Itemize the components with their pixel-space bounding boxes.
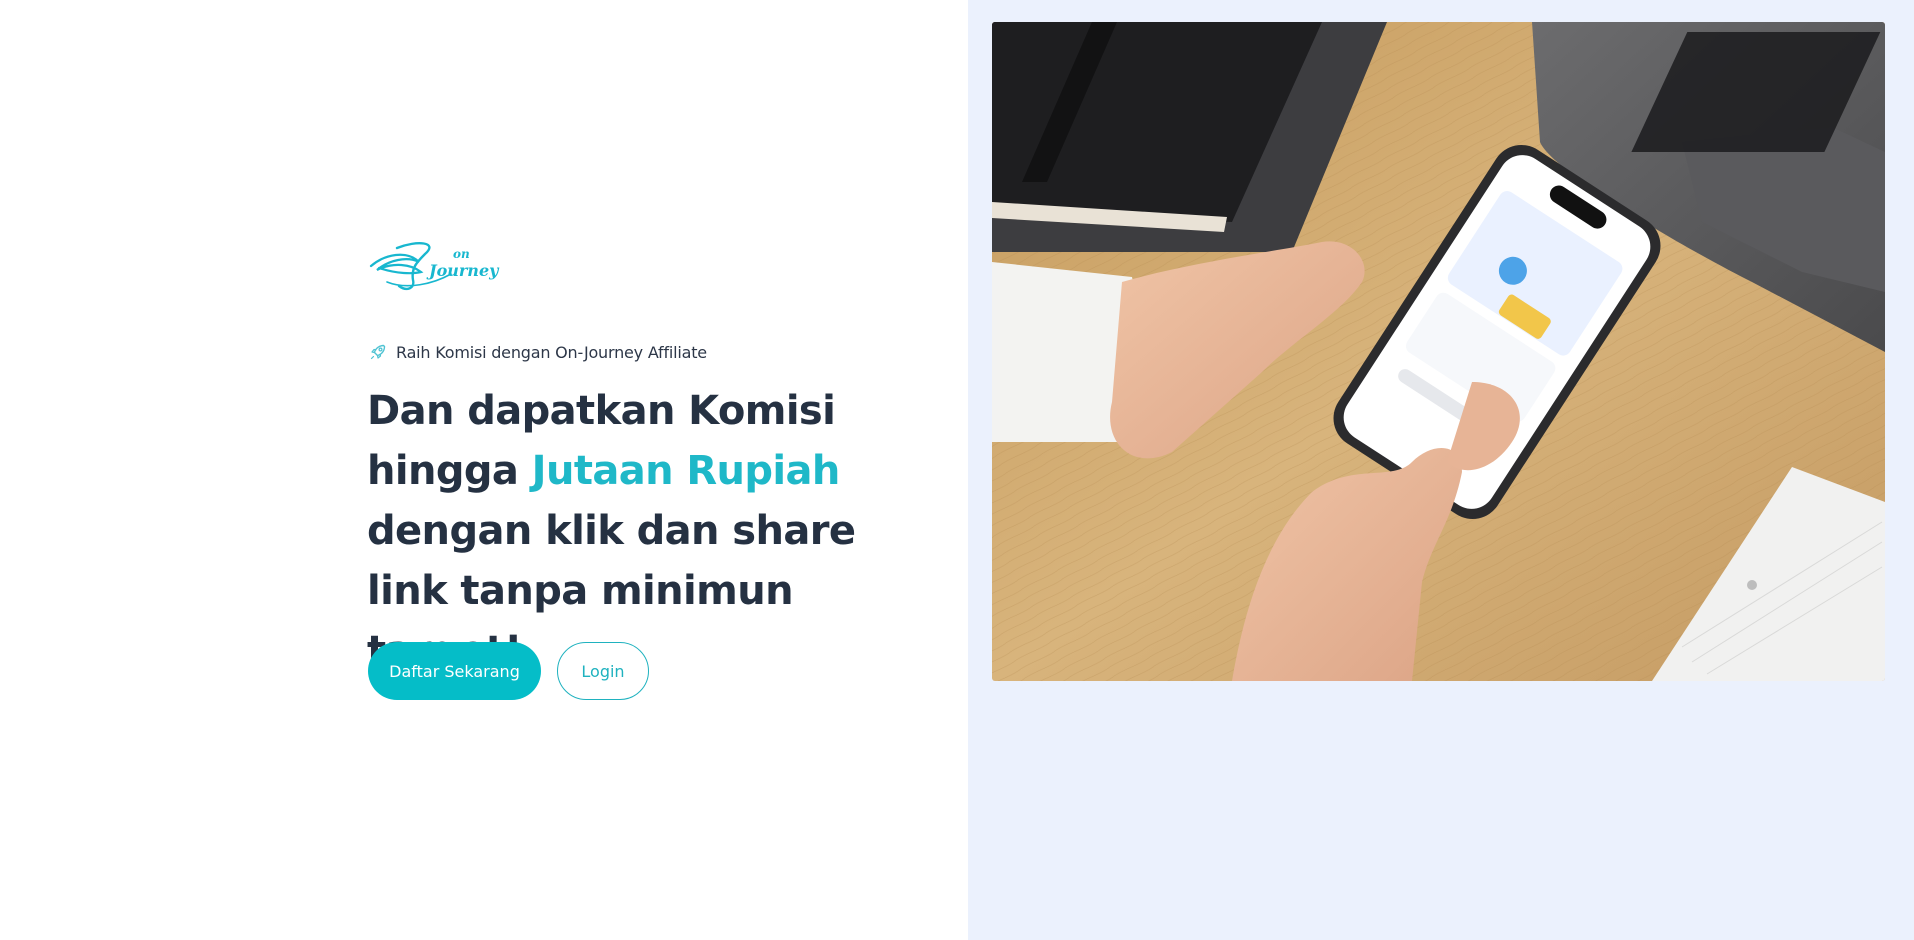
- logo-text-journey: Journey: [426, 261, 500, 280]
- rocket-icon: [368, 342, 388, 362]
- register-button[interactable]: Daftar Sekarang: [368, 642, 541, 700]
- on-journey-logo: on Journey: [369, 242, 500, 291]
- logo-text-on: on: [453, 247, 470, 261]
- hero-section: on Journey Raih Komisi dengan On-Journey…: [0, 0, 968, 940]
- hero-headline: Dan dapatkan Komisi hingga Jutaan Rupiah…: [367, 381, 947, 681]
- login-button[interactable]: Login: [557, 642, 649, 700]
- hero-photo: [992, 22, 1885, 681]
- headline-accent: Jutaan Rupiah: [531, 448, 841, 494]
- affiliate-tagline-text: Raih Komisi dengan On-Journey Affiliate: [396, 342, 707, 362]
- hero-actions: Daftar Sekarang Login: [368, 642, 649, 700]
- affiliate-tagline: Raih Komisi dengan On-Journey Affiliate: [368, 341, 707, 363]
